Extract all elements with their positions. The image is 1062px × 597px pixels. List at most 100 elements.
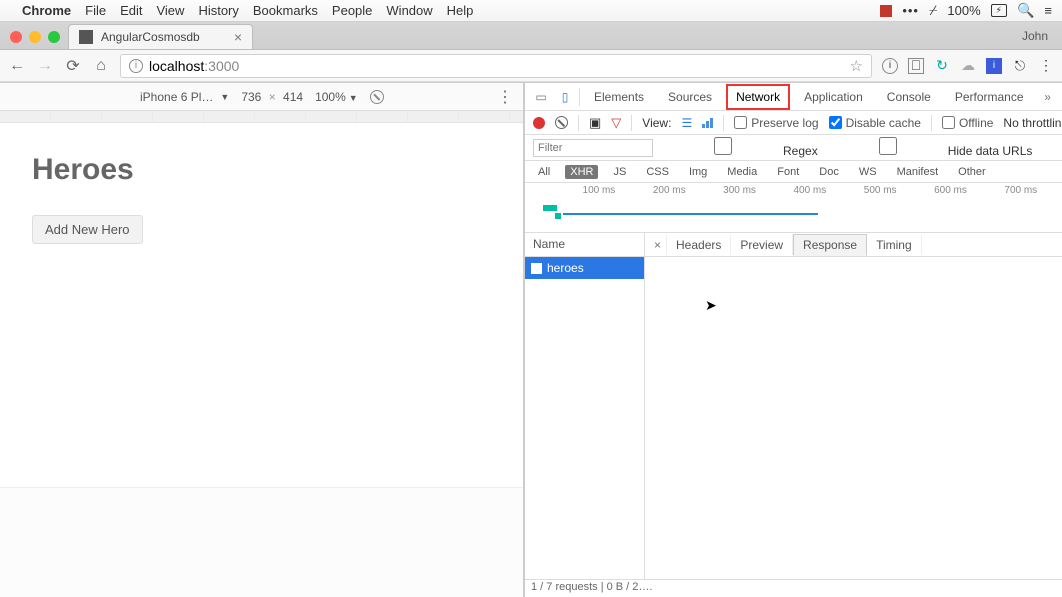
type-js[interactable]: JS	[608, 165, 631, 179]
menu-window[interactable]: Window	[386, 3, 432, 18]
tab-sources[interactable]: Sources	[658, 84, 722, 110]
tab-close-icon[interactable]: ×	[234, 29, 242, 45]
preserve-log-checkbox[interactable]: Preserve log	[734, 116, 818, 130]
maximize-window-icon[interactable]	[48, 31, 60, 43]
chrome-profile[interactable]: John	[1022, 29, 1062, 49]
type-doc[interactable]: Doc	[814, 165, 844, 179]
close-detail-icon[interactable]: ×	[645, 235, 667, 255]
devtools-tabbar: ▭ ▯ Elements Sources Network Application…	[525, 83, 1062, 111]
menu-chrome[interactable]: Chrome	[22, 3, 71, 18]
regex-checkbox[interactable]: Regex	[663, 137, 818, 158]
name-column-header[interactable]: Name	[525, 233, 644, 257]
tick: 700 ms	[1004, 185, 1037, 196]
tick: 100 ms	[583, 185, 616, 196]
more-tabs-icon[interactable]: »	[1038, 90, 1058, 104]
offline-label: Offline	[959, 116, 993, 130]
ext-icon-4[interactable]: i	[986, 58, 1002, 74]
url-field[interactable]: i localhost:3000 ☆	[120, 54, 872, 78]
view-list-icon[interactable]: ☰	[681, 116, 692, 130]
spotlight-icon[interactable]: 🔍	[1017, 2, 1034, 19]
clear-button[interactable]	[555, 116, 568, 129]
regex-label: Regex	[783, 144, 818, 158]
add-new-hero-button[interactable]: Add New Hero	[32, 215, 143, 244]
status-dots-icon[interactable]: •••	[902, 3, 919, 18]
disable-cache-checkbox[interactable]: Disable cache	[829, 116, 921, 130]
menu-help[interactable]: Help	[447, 3, 474, 18]
detail-tab-headers[interactable]: Headers	[667, 235, 731, 255]
toggle-device-icon[interactable]: ▯	[555, 90, 575, 104]
throttling-select[interactable]: No throttling	[1003, 116, 1062, 130]
close-window-icon[interactable]	[10, 31, 22, 43]
preserve-log-label: Preserve log	[751, 116, 818, 130]
menu-bookmarks[interactable]: Bookmarks	[253, 3, 318, 18]
device-name: iPhone 6 Pl…	[140, 90, 213, 104]
detail-tab-timing[interactable]: Timing	[867, 235, 922, 255]
address-bar: ← → ⟳ ⌂ i localhost:3000 ☆ i ⎕ ↻ ☁ i ⎋ ⋮	[0, 50, 1062, 82]
filter-input[interactable]	[533, 139, 653, 157]
type-font[interactable]: Font	[772, 165, 804, 179]
type-all[interactable]: All	[533, 165, 555, 179]
tab-network[interactable]: Network	[726, 84, 790, 110]
ext-icon-1[interactable]: ⎕	[908, 58, 924, 74]
menu-view[interactable]: View	[156, 3, 184, 18]
view-waterfall-icon[interactable]	[702, 118, 713, 128]
offline-checkbox[interactable]: Offline	[942, 116, 993, 130]
detail-tab-response[interactable]: Response	[793, 234, 867, 256]
device-toolbar-menu-icon[interactable]: ⋮	[497, 87, 513, 107]
browser-tab[interactable]: AngularCosmosdb ×	[68, 24, 253, 49]
home-button[interactable]: ⌂	[92, 57, 110, 75]
request-row[interactable]: heroes	[525, 257, 644, 279]
bookmark-star-icon[interactable]: ☆	[850, 57, 863, 75]
type-ws[interactable]: WS	[854, 165, 882, 179]
menu-hamburger-icon[interactable]: ≡	[1044, 3, 1052, 18]
filter-toggle-icon[interactable]: ▽	[611, 115, 621, 131]
device-select[interactable]: iPhone 6 Pl…	[140, 90, 229, 104]
rotate-icon[interactable]	[370, 90, 384, 104]
minimize-window-icon[interactable]	[29, 31, 41, 43]
type-css[interactable]: CSS	[641, 165, 674, 179]
network-toolbar: ▣ ▽ View: ☰ Preserve log Disable cache O…	[525, 111, 1062, 135]
wifi-icon[interactable]: ⌿	[929, 2, 937, 19]
site-info-icon[interactable]: i	[129, 59, 143, 73]
type-media[interactable]: Media	[722, 165, 762, 179]
tick: 600 ms	[934, 185, 967, 196]
ext-icon-5[interactable]: ⎋	[1012, 58, 1028, 74]
tab-title: AngularCosmosdb	[101, 30, 200, 44]
tab-application[interactable]: Application	[794, 84, 873, 110]
app-viewport: Heroes Add New Hero	[0, 123, 523, 274]
view-label: View:	[642, 116, 671, 130]
response-body[interactable]: ➤	[645, 257, 1062, 579]
extension-icons: i ⎕ ↻ ☁ i ⎋ ⋮	[882, 58, 1054, 74]
tab-performance[interactable]: Performance	[945, 84, 1034, 110]
viewport-w: 736	[241, 90, 261, 104]
menu-people[interactable]: People	[332, 3, 372, 18]
network-timeline[interactable]: 100 ms 200 ms 300 ms 400 ms 500 ms 600 m…	[525, 183, 1062, 233]
viewport-dimensions[interactable]: 736 × 414	[241, 90, 303, 104]
battery-icon[interactable]: ⚡︎	[991, 4, 1007, 17]
inspect-element-icon[interactable]: ▭	[531, 90, 551, 104]
chrome-menu-icon[interactable]: ⋮	[1038, 58, 1054, 74]
menu-history[interactable]: History	[198, 3, 238, 18]
ext-icon-3[interactable]: ☁	[960, 58, 976, 74]
battery-percent: 100%	[947, 3, 980, 18]
type-xhr[interactable]: XHR	[565, 165, 598, 179]
request-name: heroes	[547, 261, 584, 275]
screenshot-icon[interactable]: ▣	[589, 115, 601, 131]
back-button[interactable]: ←	[8, 57, 26, 75]
type-img[interactable]: Img	[684, 165, 712, 179]
ext-info-icon[interactable]: i	[882, 58, 898, 74]
zoom-select[interactable]: 100%	[315, 90, 358, 104]
reload-button[interactable]: ⟳	[64, 56, 82, 76]
hide-data-urls-checkbox[interactable]: Hide data URLs	[828, 137, 1033, 158]
menu-file[interactable]: File	[85, 3, 106, 18]
tab-elements[interactable]: Elements	[584, 84, 654, 110]
detail-tab-preview[interactable]: Preview	[731, 235, 793, 255]
ext-refresh-icon[interactable]: ↻	[934, 58, 950, 74]
tab-console[interactable]: Console	[877, 84, 941, 110]
record-button[interactable]	[533, 117, 545, 129]
status-indicator-icon[interactable]	[880, 5, 892, 17]
type-other[interactable]: Other	[953, 165, 991, 179]
type-manifest[interactable]: Manifest	[892, 165, 944, 179]
request-list: Name heroes	[525, 233, 645, 579]
menu-edit[interactable]: Edit	[120, 3, 142, 18]
